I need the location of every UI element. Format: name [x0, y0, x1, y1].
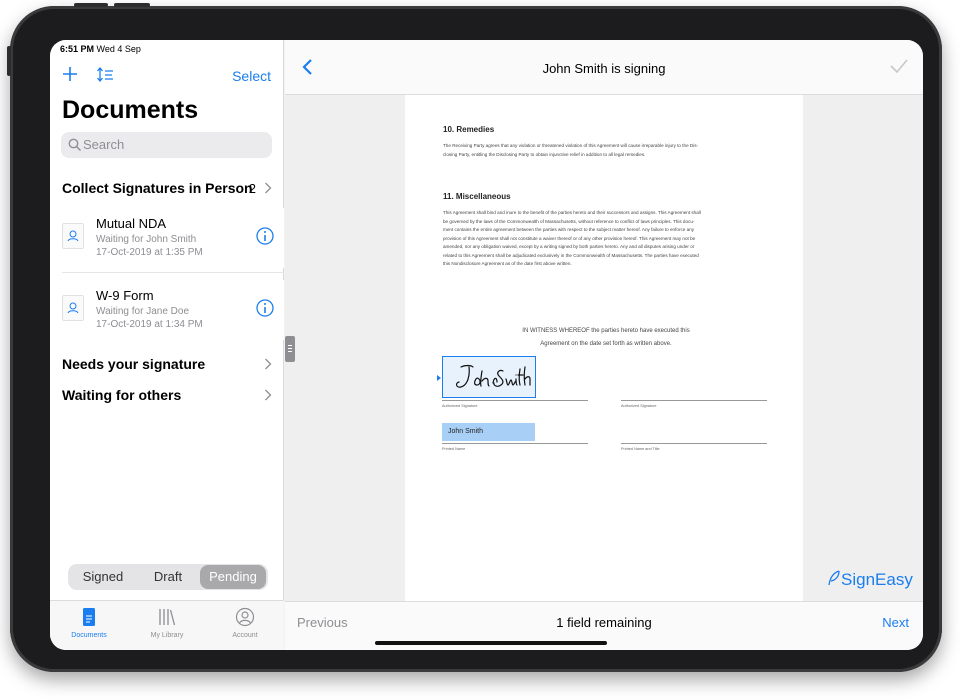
document-icon	[83, 608, 95, 626]
document-status: Waiting for Jane Doe	[96, 306, 190, 317]
printed-name-line-left	[442, 443, 588, 444]
tab-documents[interactable]: Documents	[50, 605, 128, 647]
navigation-bar: John Smith is signing	[285, 40, 923, 95]
printed-name-line-right	[621, 443, 767, 444]
library-icon	[159, 609, 176, 626]
printed-name-title-label: Printed Name and Title	[621, 447, 660, 451]
segment-draft[interactable]: Draft	[136, 564, 200, 590]
document-page: 10. Remedies The Receiving Party agrees …	[405, 95, 803, 601]
tab-my-library[interactable]: My Library	[128, 605, 206, 647]
section-heading-miscellaneous: 11. Miscellaneous	[443, 192, 511, 201]
fields-remaining: 1 field remaining	[556, 615, 652, 630]
hardware-button-top-right	[114, 3, 150, 7]
section-heading-remedies: 10. Remedies	[443, 125, 495, 134]
section-label: Waiting for others	[62, 387, 182, 403]
authorized-signature-label-right: Authorized Signature	[621, 404, 657, 408]
witness-statement: IN WITNESS WHEREOF the parties hereto ha…	[522, 328, 690, 347]
status-segmented-control: Signed Draft Pending	[68, 564, 268, 590]
printed-name-field[interactable]: John Smith	[442, 423, 535, 441]
signeasy-logo: SignEasy	[827, 570, 913, 590]
status-bar-time: 6:51 PM Wed 4 Sep	[60, 44, 141, 54]
select-button[interactable]: Select	[232, 68, 271, 84]
document-canvas[interactable]: 10. Remedies The Receiving Party agrees …	[285, 95, 923, 601]
handwritten-signature	[455, 364, 531, 388]
account-icon	[235, 607, 255, 627]
page-title: Documents	[62, 96, 199, 124]
document-thumbnail	[62, 295, 84, 321]
document-date: 17-Oct-2019 at 1:35 PM	[96, 247, 203, 258]
signature-field[interactable]	[442, 356, 536, 398]
segment-signed[interactable]: Signed	[70, 564, 136, 590]
status-bar-date: Wed 4 Sep	[96, 44, 141, 54]
search-icon	[68, 138, 82, 152]
home-indicator[interactable]	[375, 641, 607, 645]
sort-button[interactable]	[96, 66, 116, 84]
quill-icon	[828, 570, 840, 586]
add-document-button[interactable]	[62, 62, 78, 86]
list-divider	[62, 272, 284, 273]
signer-icon	[67, 302, 79, 314]
tab-account[interactable]: Account	[206, 605, 284, 647]
collect-signatures-count: 2	[248, 181, 256, 196]
sort-icon	[97, 66, 113, 83]
miscellaneous-paragraph: This Agreement shall bind and inure to t…	[443, 210, 701, 266]
document-status: Waiting for John Smith	[96, 234, 197, 245]
segment-pending[interactable]: Pending	[200, 565, 266, 589]
tab-bar: Documents My Library Account	[50, 600, 284, 650]
signature-line-left	[442, 400, 588, 401]
bottom-toolbar: Previous 1 field remaining Next	[285, 601, 923, 650]
collect-signatures-row[interactable]: Collect Signatures in Person 2	[50, 176, 284, 200]
document-thumbnail	[62, 223, 84, 249]
document-date: 17-Oct-2019 at 1:34 PM	[96, 319, 203, 330]
remedies-paragraph: The Receiving Party agrees that any viol…	[443, 143, 699, 157]
document-name: Mutual NDA	[96, 216, 167, 231]
ipad-device: 6:51 PM Wed 4 Sep Select Documents Colle…	[7, 3, 942, 672]
collect-signatures-label: Collect Signatures in Person	[62, 180, 253, 196]
next-button[interactable]: Next	[882, 615, 909, 630]
chevron-right-icon	[265, 389, 272, 401]
nav-title: John Smith is signing	[542, 61, 666, 76]
authorized-signature-label: Authorized Signature	[442, 404, 478, 408]
chevron-right-icon	[265, 358, 272, 370]
chevron-right-icon	[265, 182, 272, 194]
field-pointer-icon	[437, 375, 441, 381]
signer-icon	[67, 230, 79, 242]
signature-line-right	[621, 400, 767, 401]
search-input[interactable]	[83, 137, 263, 152]
printed-name-label: Printed Name	[442, 447, 466, 451]
waiting-for-others-row[interactable]: Waiting for others	[50, 383, 284, 407]
document-list-item[interactable]: Mutual NDA Waiting for John Smith 17-Oct…	[50, 208, 284, 268]
info-icon[interactable]	[256, 299, 274, 317]
section-label: Needs your signature	[62, 356, 206, 372]
document-list-item[interactable]: W-9 Form Waiting for Jane Doe 17-Oct-201…	[50, 280, 284, 340]
info-icon[interactable]	[256, 227, 274, 245]
split-view-handle[interactable]	[285, 336, 295, 362]
screen: 6:51 PM Wed 4 Sep Select Documents Colle…	[50, 40, 923, 650]
hardware-button-side	[7, 46, 11, 76]
needs-your-signature-row[interactable]: Needs your signature	[50, 352, 284, 376]
hardware-button-top-left	[74, 3, 108, 7]
checkmark-icon[interactable]	[889, 58, 909, 74]
document-name: W-9 Form	[96, 288, 154, 303]
search-bar[interactable]	[61, 132, 272, 158]
sidebar: 6:51 PM Wed 4 Sep Select Documents Colle…	[50, 40, 284, 650]
plus-icon	[63, 67, 77, 81]
